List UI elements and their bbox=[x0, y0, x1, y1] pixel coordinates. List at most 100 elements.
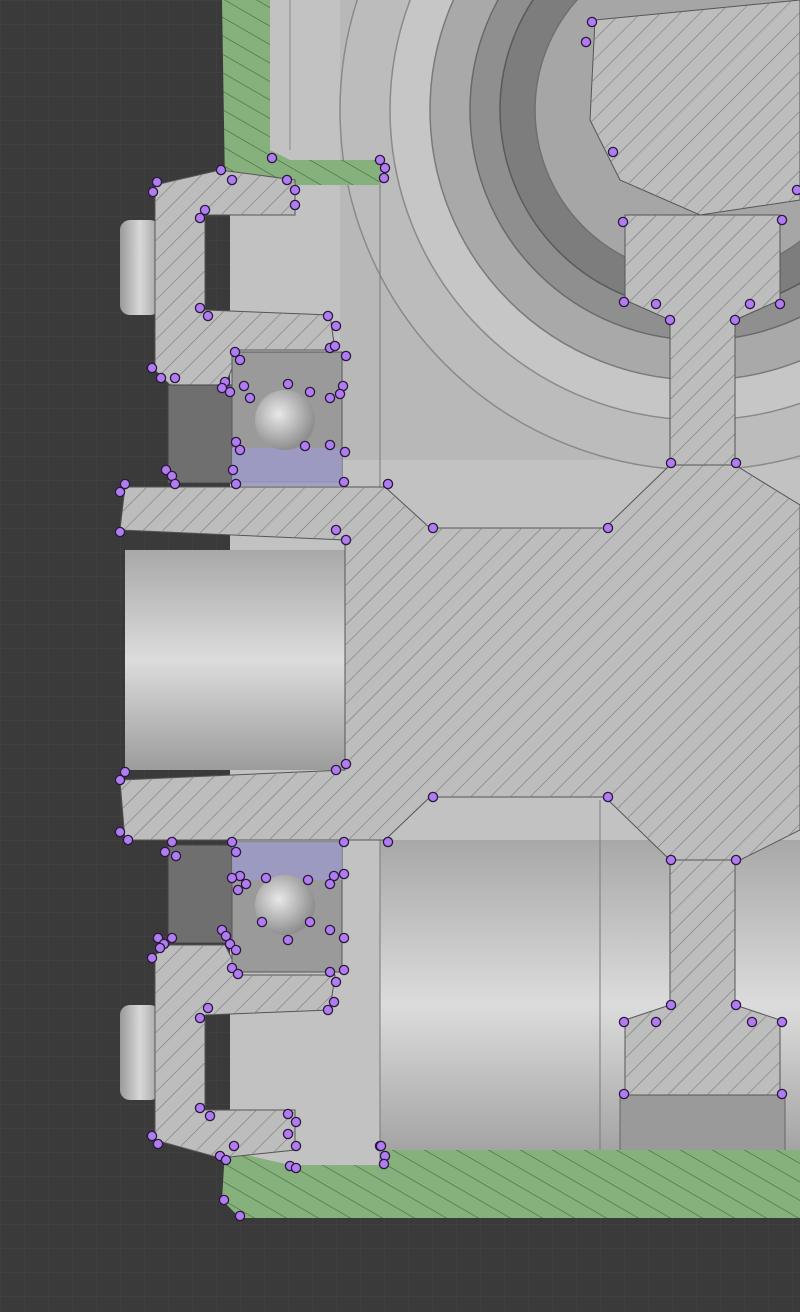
vertex-dot-icon[interactable] bbox=[329, 340, 341, 352]
vertex-dot-icon[interactable] bbox=[618, 296, 630, 308]
vertex-dot-icon[interactable] bbox=[665, 999, 677, 1011]
vertex-dot-icon[interactable] bbox=[194, 212, 206, 224]
vertex-dot-icon[interactable] bbox=[607, 146, 619, 158]
vertex-dot-icon[interactable] bbox=[234, 444, 246, 456]
vertex-dot-icon[interactable] bbox=[618, 1088, 630, 1100]
vertex-dot-icon[interactable] bbox=[334, 388, 346, 400]
vertex-dot-icon[interactable] bbox=[650, 1016, 662, 1028]
vertex-dot-icon[interactable] bbox=[146, 952, 158, 964]
vertex-dot-icon[interactable] bbox=[230, 478, 242, 490]
vertex-dot-icon[interactable] bbox=[330, 320, 342, 332]
vertex-dot-icon[interactable] bbox=[340, 758, 352, 770]
vertex-dot-icon[interactable] bbox=[375, 1140, 387, 1152]
vertex-dot-icon[interactable] bbox=[230, 846, 242, 858]
vertex-dot-icon[interactable] bbox=[379, 162, 391, 174]
vertex-dot-icon[interactable] bbox=[338, 836, 350, 848]
vertex-dot-icon[interactable] bbox=[338, 476, 350, 488]
vertex-dot-icon[interactable] bbox=[282, 378, 294, 390]
vertex-dot-icon[interactable] bbox=[586, 16, 598, 28]
vertex-dot-icon[interactable] bbox=[322, 1004, 334, 1016]
vertex-dot-icon[interactable] bbox=[202, 310, 214, 322]
vertex-dot-icon[interactable] bbox=[147, 186, 159, 198]
vertex-dot-icon[interactable] bbox=[330, 524, 342, 536]
vertex-dot-icon[interactable] bbox=[378, 172, 390, 184]
vertex-dot-icon[interactable] bbox=[776, 1016, 788, 1028]
vertex-dot-icon[interactable] bbox=[169, 372, 181, 384]
vertex-dot-icon[interactable] bbox=[232, 884, 244, 896]
vertex-dot-icon[interactable] bbox=[580, 36, 592, 48]
vertex-dot-icon[interactable] bbox=[776, 1088, 788, 1100]
vertex-dot-icon[interactable] bbox=[729, 314, 741, 326]
vertex-dot-icon[interactable] bbox=[266, 152, 278, 164]
vertex-dot-icon[interactable] bbox=[324, 392, 336, 404]
vertex-dot-icon[interactable] bbox=[170, 850, 182, 862]
vertex-dot-icon[interactable] bbox=[730, 457, 742, 469]
vertex-dot-icon[interactable] bbox=[427, 522, 439, 534]
vertex-dot-icon[interactable] bbox=[114, 486, 126, 498]
vertex-dot-icon[interactable] bbox=[119, 766, 131, 778]
vertex-dot-icon[interactable] bbox=[602, 522, 614, 534]
vertex-dot-icon[interactable] bbox=[226, 872, 238, 884]
vertex-dot-icon[interactable] bbox=[232, 968, 244, 980]
vertex-dot-icon[interactable] bbox=[339, 446, 351, 458]
vertex-dot-icon[interactable] bbox=[338, 868, 350, 880]
vertex-dot-icon[interactable] bbox=[602, 791, 614, 803]
vertex-dot-icon[interactable] bbox=[154, 942, 166, 954]
vertex-dot-icon[interactable] bbox=[151, 176, 163, 188]
vertex-dot-icon[interactable] bbox=[114, 526, 126, 538]
vertex-dot-icon[interactable] bbox=[220, 930, 232, 942]
vertex-dot-icon[interactable] bbox=[155, 372, 167, 384]
vertex-dot-icon[interactable] bbox=[664, 314, 676, 326]
vertex-dot-icon[interactable] bbox=[122, 834, 134, 846]
vertex-dot-icon[interactable] bbox=[146, 1130, 158, 1142]
vertex-dot-icon[interactable] bbox=[746, 1016, 758, 1028]
vertex-dot-icon[interactable] bbox=[194, 302, 206, 314]
vertex-dot-icon[interactable] bbox=[730, 854, 742, 866]
vertex-dot-icon[interactable] bbox=[281, 174, 293, 186]
vertex-dot-icon[interactable] bbox=[159, 846, 171, 858]
vertex-dot-icon[interactable] bbox=[324, 966, 336, 978]
vertex-dot-icon[interactable] bbox=[617, 216, 629, 228]
vertex-dot-icon[interactable] bbox=[282, 1108, 294, 1120]
vertex-dot-icon[interactable] bbox=[230, 944, 242, 956]
vertex-dot-icon[interactable] bbox=[240, 878, 252, 890]
vertex-dot-icon[interactable] bbox=[324, 878, 336, 890]
vertex-dot-icon[interactable] bbox=[282, 1128, 294, 1140]
vertex-dot-icon[interactable] bbox=[427, 791, 439, 803]
vertex-dot-icon[interactable] bbox=[324, 924, 336, 936]
vertex-dot-icon[interactable] bbox=[146, 362, 158, 374]
vertex-dot-icon[interactable] bbox=[289, 199, 301, 211]
vertex-dot-icon[interactable] bbox=[256, 916, 268, 928]
vertex-dot-icon[interactable] bbox=[382, 836, 394, 848]
vertex-dot-icon[interactable] bbox=[322, 310, 334, 322]
vertex-dot-icon[interactable] bbox=[216, 382, 228, 394]
vertex-dot-icon[interactable] bbox=[730, 999, 742, 1011]
vertex-dot-icon[interactable] bbox=[282, 934, 294, 946]
vertex-dot-icon[interactable] bbox=[152, 1138, 164, 1150]
vertex-dot-icon[interactable] bbox=[650, 298, 662, 310]
vertex-dot-icon[interactable] bbox=[227, 464, 239, 476]
vertex-dot-icon[interactable] bbox=[304, 916, 316, 928]
vertex-dot-icon[interactable] bbox=[328, 996, 340, 1008]
vertex-dot-icon[interactable] bbox=[234, 354, 246, 366]
vertex-dot-icon[interactable] bbox=[340, 534, 352, 546]
vertex-dot-icon[interactable] bbox=[330, 976, 342, 988]
vertex-dot-icon[interactable] bbox=[324, 439, 336, 451]
vertex-dot-icon[interactable] bbox=[338, 932, 350, 944]
vertex-dot-icon[interactable] bbox=[238, 380, 250, 392]
vertex-dot-icon[interactable] bbox=[234, 1210, 246, 1222]
vertex-dot-icon[interactable] bbox=[226, 174, 238, 186]
section-view-canvas[interactable] bbox=[0, 0, 800, 1312]
vertex-dot-icon[interactable] bbox=[378, 1158, 390, 1170]
vertex-dot-icon[interactable] bbox=[204, 1110, 216, 1122]
vertex-dot-icon[interactable] bbox=[228, 1140, 240, 1152]
vertex-dot-icon[interactable] bbox=[340, 350, 352, 362]
vertex-dot-icon[interactable] bbox=[330, 764, 342, 776]
vertex-dot-icon[interactable] bbox=[665, 457, 677, 469]
vertex-dot-icon[interactable] bbox=[618, 1016, 630, 1028]
vertex-dot-icon[interactable] bbox=[289, 184, 301, 196]
vertex-dot-icon[interactable] bbox=[774, 298, 786, 310]
vertex-dot-icon[interactable] bbox=[218, 1194, 230, 1206]
vertex-dot-icon[interactable] bbox=[244, 392, 256, 404]
vertex-dot-icon[interactable] bbox=[665, 854, 677, 866]
